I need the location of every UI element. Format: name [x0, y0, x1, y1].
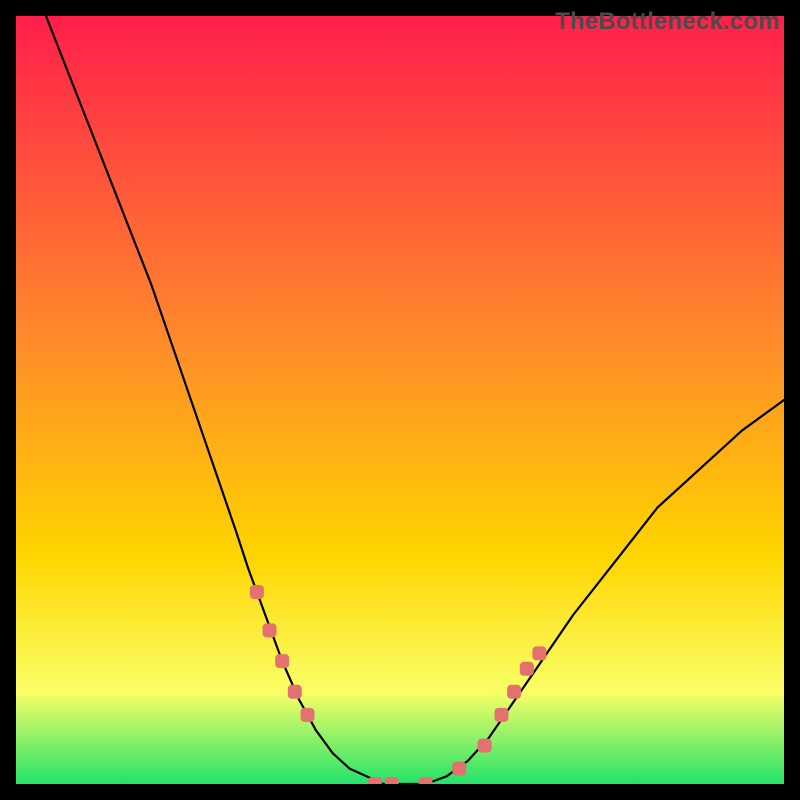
marker-point [263, 623, 277, 637]
marker-point [532, 646, 546, 660]
marker-point [288, 685, 302, 699]
marker-point [452, 762, 466, 776]
marker-point [419, 777, 433, 784]
marker-point [520, 662, 534, 676]
marker-point [250, 585, 264, 599]
chart-frame: TheBottleneck.com [16, 16, 784, 784]
bottleneck-chart [16, 16, 784, 784]
marker-point [478, 739, 492, 753]
marker-point [495, 708, 509, 722]
marker-point [301, 708, 315, 722]
marker-point [275, 654, 289, 668]
marker-point [507, 685, 521, 699]
marker-point [385, 777, 399, 784]
marker-point [368, 777, 382, 784]
gradient-background [16, 16, 784, 784]
watermark-text: TheBottleneck.com [555, 8, 780, 36]
